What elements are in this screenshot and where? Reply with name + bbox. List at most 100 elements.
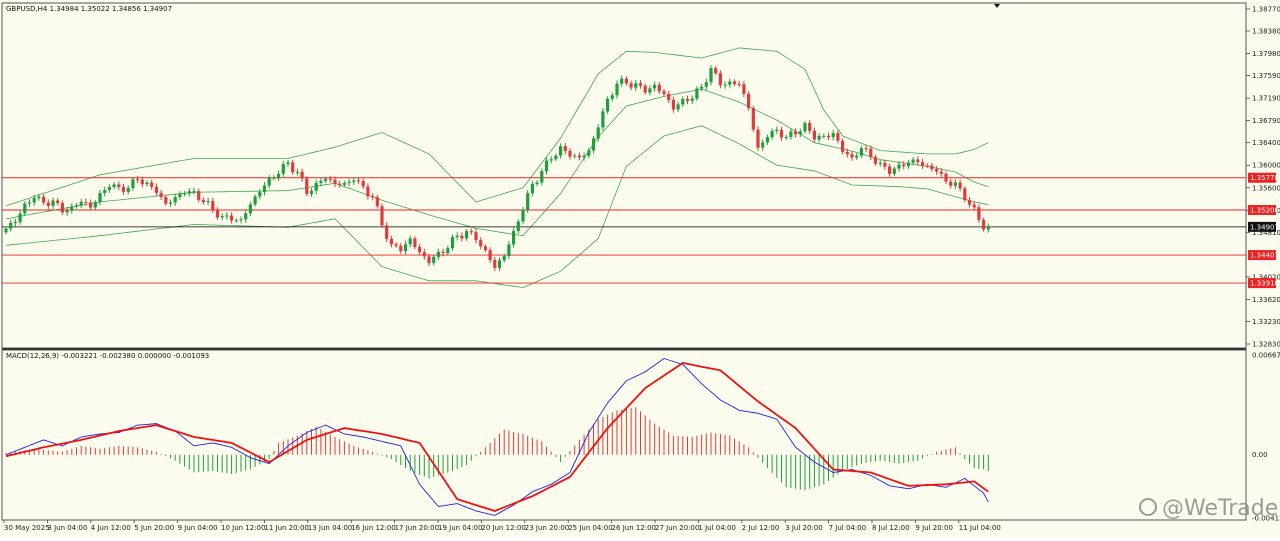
- candle-body: [272, 177, 276, 179]
- candle-body: [690, 98, 694, 101]
- candle-body: [765, 137, 769, 143]
- price-tag-label: 1.34907: [1250, 223, 1279, 231]
- candle-body: [662, 91, 666, 94]
- candle-body: [286, 162, 290, 165]
- candle-body: [18, 213, 22, 222]
- candle-body: [817, 135, 821, 140]
- candle-body: [648, 88, 652, 93]
- candle-body: [356, 180, 361, 182]
- candle-body: [596, 127, 600, 139]
- candle-body: [775, 129, 779, 131]
- candle-body: [784, 136, 788, 138]
- candle-body: [935, 169, 939, 172]
- candle-body: [732, 81, 737, 84]
- candle-body: [963, 188, 967, 201]
- candle-body: [624, 78, 628, 84]
- level-tag-3: 1.34407: [1248, 250, 1279, 261]
- candle-body: [403, 244, 408, 251]
- candle-body: [728, 81, 732, 85]
- candle-body: [850, 154, 854, 158]
- price-tag-label: 1.34407: [1250, 252, 1279, 260]
- chart-window[interactable]: 1.38770 1.38380 1.37980 1.37590 1.37190 1.367…: [0, 0, 1280, 537]
- candle-body: [352, 180, 356, 182]
- candle-body: [812, 130, 816, 140]
- candle-body: [338, 183, 342, 185]
- level-tag-1: 1.35778: [1248, 172, 1279, 183]
- price-axis-label: 1.37190: [1252, 95, 1280, 103]
- candle-body: [220, 216, 224, 218]
- time-axis-label: 25 Jun 04:00: [568, 524, 612, 532]
- candle-body: [408, 238, 412, 245]
- price-axis-label: 1.33230: [1252, 318, 1280, 326]
- candle-body: [103, 190, 107, 193]
- candle-body: [98, 192, 102, 203]
- candle: [606, 96, 610, 114]
- candle-body: [178, 194, 182, 198]
- candle: [591, 136, 596, 153]
- candle-body: [277, 173, 281, 178]
- time-axis-label: 2 Jul 12:00: [742, 524, 780, 532]
- candle-body: [164, 197, 168, 204]
- candle-body: [319, 180, 323, 183]
- price-axis-label: 1.35600: [1252, 184, 1280, 192]
- candle-body: [314, 182, 318, 191]
- candle-body: [483, 246, 487, 251]
- candle-body: [366, 186, 370, 197]
- candle-body: [516, 221, 520, 232]
- candle-body: [507, 244, 511, 257]
- candle-body: [262, 185, 267, 193]
- candle-body: [714, 68, 718, 74]
- candle-body: [808, 122, 812, 131]
- price-axis-label: 1.38380: [1252, 27, 1280, 35]
- candle-body: [958, 182, 962, 189]
- time-axis-label: 11 Jun 20:00: [264, 524, 308, 532]
- candle-body: [549, 159, 553, 161]
- candle-body: [869, 148, 873, 157]
- candle-body: [107, 187, 111, 191]
- candle-body: [347, 181, 351, 183]
- candle-body: [385, 225, 389, 239]
- candle-body: [248, 204, 252, 214]
- candle-body: [629, 83, 633, 88]
- candle-body: [333, 179, 337, 184]
- candle-body: [794, 131, 798, 135]
- candle-body: [324, 178, 328, 181]
- candle-body: [121, 186, 126, 192]
- candle-body: [173, 197, 177, 203]
- time-axis-label: 5 Jun 20:00: [134, 524, 174, 532]
- candle-body: [4, 228, 8, 233]
- candle-body: [342, 182, 346, 185]
- candle-body: [74, 205, 79, 207]
- time-axis-label: 27 Jun 20:00: [655, 524, 699, 532]
- candle-body: [192, 191, 196, 193]
- chart-canvas[interactable]: 1.38770 1.38380 1.37980 1.37590 1.37190 1.367…: [0, 0, 1280, 537]
- macd-axis-label: 0.00667: [1252, 352, 1280, 360]
- candle-body: [601, 111, 605, 128]
- candle-body: [676, 104, 680, 110]
- candle-body: [399, 245, 403, 251]
- candle-body: [977, 207, 981, 220]
- candle-body: [563, 146, 567, 151]
- candle-body: [239, 219, 243, 221]
- candle-body: [864, 148, 868, 150]
- candle: [751, 105, 755, 133]
- candle-body: [949, 181, 953, 186]
- candle-body: [469, 231, 473, 233]
- candle-body: [841, 140, 845, 152]
- candle-body: [413, 238, 417, 247]
- candle-body: [446, 248, 450, 254]
- candle-body: [855, 155, 859, 158]
- candle-body: [9, 222, 13, 229]
- time-axis-label: 3 Jun 04:00: [47, 524, 87, 532]
- candle-body: [653, 84, 657, 89]
- candle-body: [460, 235, 464, 239]
- candle-body: [577, 155, 581, 158]
- candle-body: [79, 201, 83, 206]
- candle-body: [582, 155, 586, 158]
- candle-body: [911, 159, 915, 163]
- candle-body: [465, 231, 469, 239]
- candle-body: [798, 131, 802, 135]
- price-axis-label: 1.36000: [1252, 162, 1280, 170]
- price-axis-label: 1.38770: [1252, 6, 1280, 14]
- candle-body: [60, 203, 64, 213]
